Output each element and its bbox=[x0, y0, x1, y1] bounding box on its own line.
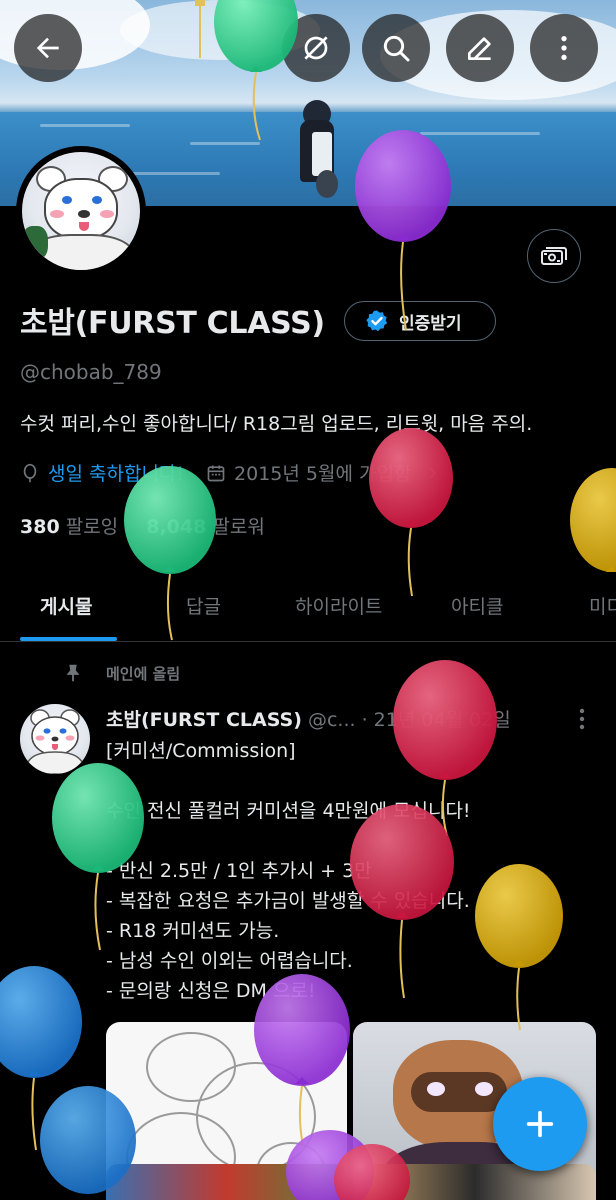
avatar-nose bbox=[78, 210, 90, 218]
tab-media[interactable]: 미디 bbox=[589, 592, 616, 619]
balloon bbox=[570, 468, 616, 572]
profile-avatar[interactable] bbox=[16, 146, 146, 276]
post-text: [커미션/Commission] 수인 전신 풀컬러 커미션을 4만원에 모십니… bbox=[106, 736, 471, 1006]
avatar-scarf bbox=[22, 226, 48, 260]
post-header: 초밥(FURST CLASS) @c... · 21년 04월 02일 bbox=[106, 705, 511, 732]
balloon bbox=[0, 966, 82, 1151]
profile-name: 초밥(FURST CLASS) bbox=[20, 306, 325, 341]
grok-button[interactable] bbox=[282, 14, 350, 82]
edit-icon bbox=[468, 37, 491, 60]
plus-icon bbox=[526, 1110, 554, 1138]
balloon bbox=[369, 428, 453, 597]
calendar-icon bbox=[207, 465, 225, 481]
avatar-eye bbox=[92, 196, 102, 204]
post-date[interactable]: · 21년 04월 02일 bbox=[362, 709, 511, 731]
post-line bbox=[106, 766, 471, 796]
birthday-text: 생일 축하합니다! bbox=[48, 463, 185, 485]
joined-date: 2015년 5월에 가입함 bbox=[234, 463, 412, 485]
banner-character-tail bbox=[316, 170, 338, 198]
back-button[interactable] bbox=[14, 14, 82, 82]
avatar-blush bbox=[50, 210, 64, 218]
search-button[interactable] bbox=[362, 14, 430, 82]
following-label: 팔로잉 bbox=[65, 516, 119, 538]
avatar bbox=[22, 152, 140, 270]
followers-count: 8,048 bbox=[146, 516, 207, 538]
money-icon bbox=[541, 247, 567, 265]
followers-label: 팔로워 bbox=[212, 516, 265, 538]
post-line: - R18 커미션도 가능. bbox=[106, 920, 280, 942]
pin-icon bbox=[66, 664, 80, 682]
tab-articles[interactable]: 아티클 bbox=[451, 592, 503, 619]
banner-wave bbox=[420, 132, 540, 135]
post-image-row2[interactable] bbox=[353, 1164, 596, 1200]
more-vertical-icon bbox=[561, 36, 567, 60]
banner-wave bbox=[190, 142, 260, 145]
avatar bbox=[23, 709, 87, 774]
post-more-button[interactable] bbox=[572, 706, 592, 736]
post-author-avatar[interactable] bbox=[20, 704, 90, 774]
edit-button[interactable] bbox=[446, 14, 514, 82]
post-line: - 남성 수인 이외는 어렵습니다. bbox=[106, 950, 353, 972]
raccoon-eye bbox=[427, 1082, 445, 1096]
tab-highlights[interactable]: 하이라이트 bbox=[295, 592, 382, 619]
compose-button[interactable] bbox=[493, 1077, 587, 1171]
raccoon-eye bbox=[475, 1082, 493, 1096]
active-tab-indicator bbox=[20, 637, 117, 641]
more-vertical-icon bbox=[579, 708, 585, 730]
avatar-eye bbox=[62, 196, 72, 204]
raccoon-mask bbox=[411, 1072, 507, 1112]
followers-link[interactable]: 8,048 팔로워 bbox=[146, 516, 265, 538]
tip-money-button[interactable] bbox=[527, 229, 581, 283]
verified-badge-icon bbox=[366, 310, 388, 332]
arrow-left-icon bbox=[36, 37, 59, 59]
avatar-blush bbox=[100, 210, 114, 218]
search-icon bbox=[383, 35, 410, 62]
post-line: - 반신 2.5만 / 1인 추가시 + 3만 bbox=[106, 860, 372, 882]
grok-icon bbox=[304, 36, 328, 60]
post-line bbox=[106, 826, 471, 856]
profile-meta: 생일 축하합니다! 2015년 5월에 가입함 bbox=[20, 459, 441, 486]
balloon-icon bbox=[23, 463, 37, 482]
banner-wave bbox=[40, 124, 130, 127]
follow-stats: 380 팔로잉 8,048 팔로워 bbox=[20, 512, 265, 539]
get-verified-button[interactable]: 인증받기 bbox=[344, 301, 496, 341]
profile-handle: @chobab_789 bbox=[20, 360, 162, 384]
post-line: 수인 전신 풀컬러 커미션을 4만원에 모십니다! bbox=[106, 800, 471, 822]
chevron-right-icon[interactable] bbox=[423, 464, 441, 482]
pinned-label: 메인에 올림 bbox=[106, 664, 181, 683]
tab-posts[interactable]: 게시물 bbox=[40, 592, 92, 619]
get-verified-label: 인증받기 bbox=[399, 313, 462, 334]
following-link[interactable]: 380 팔로잉 bbox=[20, 516, 118, 538]
balloon bbox=[475, 864, 563, 1031]
post-author-handle: @c... bbox=[307, 709, 356, 731]
profile-bio: 수컷 퍼리,수인 좋아합니다/ R18그림 업로드, 리트윗, 마음 주의. bbox=[20, 413, 533, 435]
post-image-row2[interactable] bbox=[106, 1164, 347, 1200]
more-button[interactable] bbox=[530, 14, 598, 82]
profile-tabs: 게시물 답글 하이라이트 아티클 미디 bbox=[0, 580, 616, 642]
avatar-tongue bbox=[79, 222, 89, 231]
post-line: - 복잡한 요청은 추가금이 발생할 수 있습니다. bbox=[106, 890, 470, 912]
pinned-indicator: 메인에 올림 bbox=[62, 662, 180, 684]
post-line: [커미션/Commission] bbox=[106, 740, 296, 762]
avatar-face bbox=[44, 178, 118, 240]
post-line: - 문의랑 신청은 DM 으로! bbox=[106, 980, 316, 1002]
post-author-name[interactable]: 초밥(FURST CLASS) bbox=[106, 709, 302, 731]
tab-replies[interactable]: 답글 bbox=[186, 592, 221, 619]
following-count: 380 bbox=[20, 516, 60, 538]
